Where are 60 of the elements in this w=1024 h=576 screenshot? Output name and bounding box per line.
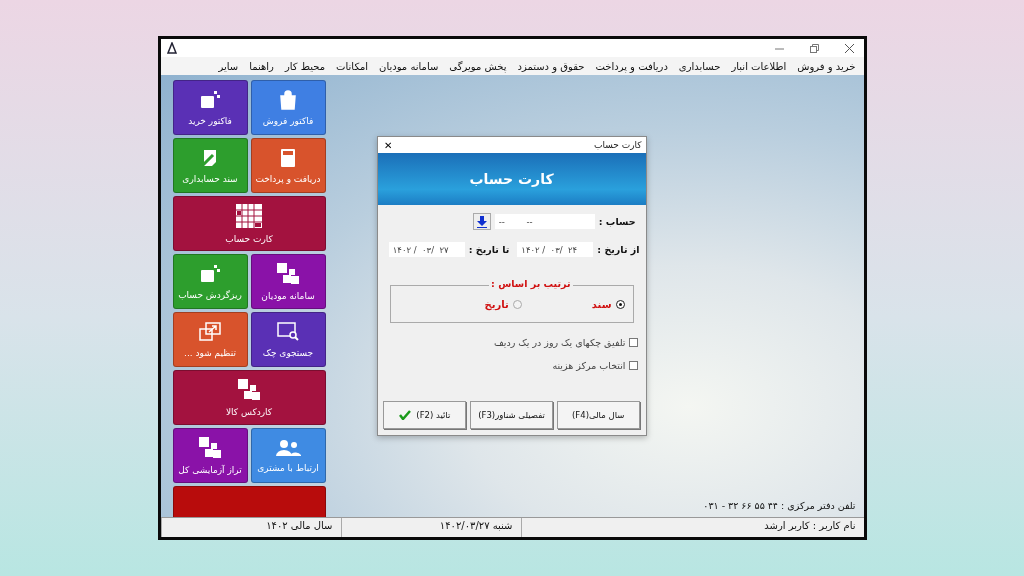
squares-icon [277, 262, 299, 285]
status-cell: شنبه ۱۴۰۲/۰۳/۲۷ [340, 518, 521, 537]
radio-dot[interactable] [615, 299, 625, 309]
status-cell: سال مالی ۱۴۰۲ [160, 518, 341, 537]
dialog-button[interactable]: سال مالی(F4) [556, 401, 640, 429]
field-label: تا تاریخ : [468, 244, 510, 255]
radio-option[interactable]: تاریخ [484, 298, 522, 310]
radio-option[interactable]: سند [591, 298, 625, 310]
header-title: کارت حساب [469, 171, 554, 187]
phone-text: تلفن دفتر مرکزی : ۰۳۱ - ۳۲ ۶۶ ۵۵ ۴۴ [703, 500, 856, 511]
menu-item[interactable]: راهنما [249, 60, 274, 72]
tile-button[interactable]: فاکتور خرید [172, 80, 248, 135]
restore-icon [809, 43, 819, 53]
squares-icon [238, 378, 260, 401]
tile-button[interactable]: فاکتور فروش [250, 80, 326, 135]
menu-item[interactable]: اطلاعات انبار [731, 60, 787, 72]
tile-button[interactable]: جستجوی چک [250, 312, 326, 367]
expand-window-icon [199, 321, 221, 342]
field-label: حساب : [598, 216, 636, 227]
shopping-bag-icon [279, 89, 297, 110]
dialog-button[interactable]: تائید (F2) [383, 401, 467, 429]
account-field[interactable]: -- -- [494, 214, 595, 229]
search-icon [277, 321, 299, 342]
down-arrow-icon [476, 215, 487, 228]
close-icon [844, 43, 854, 53]
calendar-grid-icon [236, 203, 262, 228]
field-label: از تاریخ : [597, 244, 640, 255]
lookup-button[interactable] [472, 213, 491, 230]
status-cell: نام کاربر : کاربر ارشد [520, 518, 864, 537]
date-field[interactable]: ۱۴۰۲ / ۰۳/ ۲۷ [388, 242, 465, 257]
radio-dot[interactable] [512, 299, 522, 309]
menu-item[interactable]: محیط کار [284, 60, 326, 72]
date-field[interactable]: ۱۴۰۲ / ۰۳/ ۲۴ [517, 242, 594, 257]
cube-grid-icon [199, 89, 221, 110]
dialog-button[interactable]: تفصیلی شناور(F3) [470, 401, 553, 429]
menu-item[interactable]: پخش مویرگی [449, 60, 507, 72]
checkbox-option[interactable]: تلفیق چکهای یک روز در یک ردیف [383, 337, 638, 348]
checkbox-option[interactable]: انتخاب مرکز هزینه [383, 360, 638, 371]
group-legend: ترتیب بر اساس : [489, 278, 573, 289]
tile-button[interactable]: کارت حساب [172, 196, 326, 251]
checkmark-icon [399, 410, 412, 420]
menu-item[interactable]: حسابداری [678, 60, 721, 72]
tile-button[interactable]: تنظیم شود ... [172, 312, 248, 367]
calculator-icon [280, 147, 296, 168]
dialog-title: کارت حساب [594, 140, 642, 150]
menu-item[interactable]: سایر [218, 60, 239, 72]
close-button[interactable]: ✕ [381, 139, 394, 151]
menu-item[interactable]: امکانات [336, 60, 369, 72]
people-icon [275, 438, 301, 457]
tile-button[interactable]: تراز آزمایشی کل [172, 428, 248, 483]
app-logo-icon [166, 42, 177, 54]
menu-item[interactable]: دریافت و پرداخت [595, 60, 668, 72]
menu-item[interactable]: حقوق و دستمزد [517, 60, 585, 72]
menu-item[interactable]: سامانه مودیان [379, 60, 439, 72]
menu-item[interactable]: خرید و فروش [797, 60, 856, 72]
cube-grid-icon [199, 263, 221, 284]
squares-icon [199, 436, 221, 459]
tile-button[interactable]: سامانه مودیان [250, 254, 326, 309]
tile-button[interactable]: کاردکس کالا [172, 370, 326, 425]
tile-button[interactable]: دریافت و پرداخت [250, 138, 326, 193]
